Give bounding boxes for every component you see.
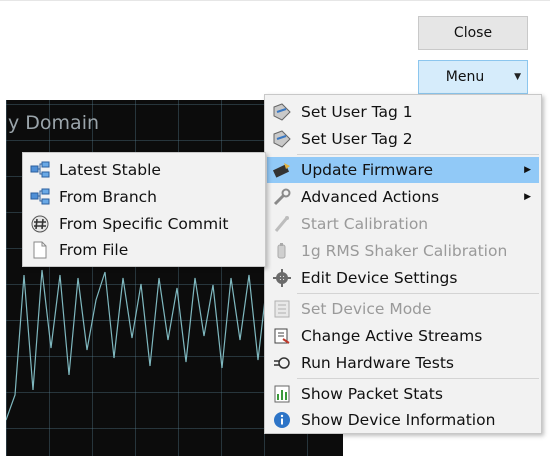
top-divider [0, 0, 550, 1]
menu-item-label: Show Device Information [301, 411, 496, 429]
calibration-icon [274, 216, 289, 232]
menu-item-show-packet-stats[interactable]: Show Packet Stats [267, 381, 539, 407]
streams-icon [274, 328, 290, 344]
menu-item-change-active-streams[interactable]: Change Active Streams [267, 323, 539, 349]
menu-item-edit-device-settings[interactable]: Edit Device Settings [267, 265, 539, 291]
tag-icon [273, 103, 291, 121]
hash-icon [31, 215, 49, 233]
menu-separator [297, 154, 539, 155]
menu-item-set-user-tag-2[interactable]: Set User Tag 2 [267, 126, 539, 152]
menu-item-set-user-tag-1[interactable]: Set User Tag 1 [267, 99, 539, 125]
branch-tree-icon [30, 188, 50, 205]
shaker-icon [277, 243, 286, 259]
menu-item-advanced-actions[interactable]: Advanced Actions ▶ [267, 184, 539, 210]
submenu-item-latest-stable[interactable]: Latest Stable [25, 157, 263, 183]
menu-item-label: 1g RMS Shaker Calibration [301, 242, 508, 260]
menu-separator [297, 293, 539, 294]
test-icon [274, 357, 290, 369]
gear-icon [273, 269, 291, 287]
chevron-right-icon: ▶ [524, 192, 531, 202]
device-context-menu: Set User Tag 1 Set User Tag 2 Update Fir… [264, 94, 542, 434]
submenu-item-from-specific-commit[interactable]: From Specific Commit [25, 211, 263, 237]
menu-item-label: Update Firmware [301, 161, 434, 179]
submenu-item-label: From File [59, 241, 129, 259]
menu-item-label: Run Hardware Tests [301, 354, 455, 372]
menu-button[interactable]: Menu ▼ [418, 60, 528, 94]
chevron-down-icon: ▼ [514, 72, 521, 82]
bar-chart-icon [274, 385, 290, 403]
menu-item-show-device-information[interactable]: Show Device Information [267, 407, 539, 433]
submenu-item-from-file[interactable]: From File [25, 237, 263, 263]
menu-item-label: Show Packet Stats [301, 385, 443, 403]
menu-item-label: Set Device Mode [301, 300, 432, 318]
menu-item-run-hardware-tests[interactable]: Run Hardware Tests [267, 350, 539, 376]
menu-item-start-calibration[interactable]: Start Calibration [267, 211, 539, 237]
menu-separator [297, 378, 539, 379]
list-icon [274, 300, 290, 318]
menu-item-label: Change Active Streams [301, 327, 483, 345]
menu-item-shaker-calibration[interactable]: 1g RMS Shaker Calibration [267, 238, 539, 264]
submenu-item-label: Latest Stable [59, 161, 161, 179]
menu-item-label: Set User Tag 1 [301, 103, 413, 121]
branch-tree-icon [30, 161, 50, 178]
file-icon [33, 241, 47, 259]
info-icon [274, 412, 290, 428]
firmware-submenu: Latest Stable From Branch From Specific … [22, 152, 266, 267]
submenu-item-label: From Specific Commit [59, 215, 229, 233]
menu-item-set-device-mode[interactable]: Set Device Mode [267, 296, 539, 322]
submenu-item-label: From Branch [59, 188, 158, 206]
submenu-item-from-branch[interactable]: From Branch [25, 184, 263, 210]
menu-item-label: Start Calibration [301, 215, 429, 233]
menu-item-label: Edit Device Settings [301, 269, 458, 287]
firmware-icon [272, 163, 290, 178]
close-button-label: Close [453, 25, 493, 41]
close-button[interactable]: Close [418, 16, 528, 50]
menu-item-label: Set User Tag 2 [301, 130, 413, 148]
menu-item-update-firmware[interactable]: Update Firmware ▶ [267, 157, 539, 183]
wrench-icon [273, 188, 291, 206]
chevron-right-icon: ▶ [524, 165, 531, 175]
menu-button-label: Menu [445, 69, 485, 85]
menu-item-label: Advanced Actions [301, 188, 440, 206]
tag-icon [273, 130, 291, 148]
